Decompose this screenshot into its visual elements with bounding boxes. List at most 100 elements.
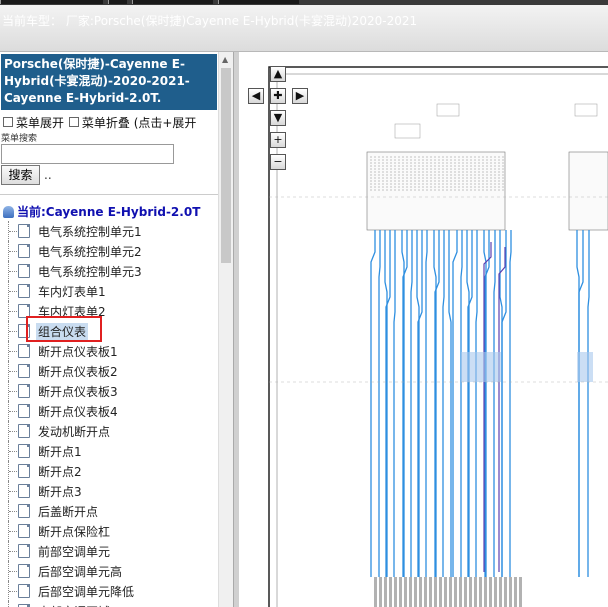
tree-branch <box>9 411 17 412</box>
terminal-pin <box>489 577 492 607</box>
current-node[interactable]: 当前:Cayenne E-Hybrid-2.0T <box>3 203 200 220</box>
terminal-pin <box>504 577 507 607</box>
collapse-checkbox[interactable] <box>68 117 79 127</box>
tree-item-label: 前部空调单元 <box>38 545 111 559</box>
terminal-pin <box>469 577 472 607</box>
tree-item[interactable]: 断开点仪表板1 <box>0 341 218 361</box>
terminal-pin <box>494 577 497 607</box>
expand-checkbox[interactable] <box>3 117 13 127</box>
tree-item[interactable]: 后部空调单元高 <box>0 561 218 581</box>
document-icon <box>18 284 30 298</box>
wire <box>452 230 458 577</box>
search-button[interactable]: 搜索 <box>1 165 40 185</box>
scrollbar-thumb[interactable] <box>221 68 231 263</box>
toolbar-segment <box>0 0 103 4</box>
zoom-in-button[interactable]: + <box>270 132 286 148</box>
tree-item[interactable]: 前部空调单元 <box>0 541 218 561</box>
sidebar-scrollbar[interactable]: ▲ <box>218 52 234 607</box>
tree-item[interactable]: 后盖断开点 <box>0 501 218 521</box>
tree-item[interactable]: 车内灯表单1 <box>0 281 218 301</box>
tree-branch <box>9 591 17 592</box>
tree-item[interactable]: 断开点1 <box>0 441 218 461</box>
component-label-box <box>394 123 421 139</box>
tree-branch <box>9 291 17 292</box>
wire <box>448 230 452 577</box>
terminal-pin <box>394 577 397 607</box>
menu-hint: (点击+展开 <box>133 116 197 130</box>
tree-item[interactable]: 发动机断开点 <box>0 421 218 441</box>
vehicle-header: 当前车型： 厂家:Porsche(保时捷)Cayenne E-Hybrid(卡宴… <box>0 5 608 52</box>
terminal-pin <box>419 577 422 607</box>
toolbar-segment <box>108 0 127 4</box>
tree-branch <box>9 391 17 392</box>
document-icon <box>18 364 30 378</box>
tree-item-label: 后部空调单元高 <box>38 565 123 579</box>
wire <box>410 230 413 577</box>
terminal-pin <box>519 577 522 607</box>
wiring-diagram-viewer[interactable]: ▲ ◀ ✚ ▶ ▼ + − <box>239 52 608 607</box>
scroll-up-icon[interactable]: ▲ <box>222 55 228 64</box>
sidebar-title: Porsche(保时捷)-Cayenne E-Hybrid(卡宴混动)-2020… <box>1 54 217 110</box>
component-label-box <box>436 103 460 117</box>
selection-highlight-box <box>26 316 102 342</box>
tree-branch <box>9 531 17 532</box>
terminal-pin <box>509 577 512 607</box>
tree-item[interactable]: 电气系统控制单元2 <box>0 241 218 261</box>
menu-expand-link[interactable]: 菜单展开 <box>16 116 64 130</box>
wire <box>484 230 490 577</box>
tree-item[interactable]: 后部空调单元降低 <box>0 581 218 601</box>
tree-item[interactable]: 中部空调区域 <box>0 601 218 607</box>
tree-item-label: 后部空调单元降低 <box>38 585 135 599</box>
document-icon <box>18 524 30 538</box>
tree-item[interactable]: 断开点2 <box>0 461 218 481</box>
pan-center-button[interactable]: ✚ <box>270 88 286 104</box>
component-label-box <box>574 103 598 117</box>
wire <box>475 230 478 577</box>
toolbar-segment <box>218 0 299 4</box>
terminal-pin <box>439 577 442 607</box>
terminal-pin <box>374 577 377 607</box>
tree-item[interactable]: 电气系统控制单元3 <box>0 261 218 281</box>
terminal-pin <box>514 577 517 607</box>
shaded-region <box>577 352 593 382</box>
terminal-pin <box>459 577 462 607</box>
tree-item[interactable]: 断开点3 <box>0 481 218 501</box>
tree-item[interactable]: 断开点仪表板3 <box>0 381 218 401</box>
document-icon <box>18 444 30 458</box>
search-input[interactable] <box>1 144 174 164</box>
pan-left-button[interactable]: ◀ <box>248 88 264 104</box>
search-label: 菜单搜索 <box>1 134 38 144</box>
tree-item-label: 后盖断开点 <box>38 505 99 519</box>
tree-item-label: 断开点保险杠 <box>38 525 111 539</box>
terminal-pin <box>384 577 387 607</box>
current-vehicle-label: 当前车型： <box>2 14 63 28</box>
terminal-pin <box>474 577 477 607</box>
terminal-pin <box>414 577 417 607</box>
tree-item-label: 断开点仪表板4 <box>38 405 118 419</box>
terminal-pin <box>444 577 447 607</box>
pan-down-button[interactable]: ▼ <box>270 110 286 126</box>
terminal-pin <box>454 577 457 607</box>
wire <box>442 230 445 577</box>
tree-item-label: 电气系统控制单元2 <box>38 245 142 259</box>
pan-right-button[interactable]: ▶ <box>292 88 308 104</box>
document-icon <box>18 264 30 278</box>
document-icon <box>18 544 30 558</box>
menu-collapse-link[interactable]: 菜单折叠 <box>82 116 130 130</box>
tree-branch <box>9 571 17 572</box>
pan-up-button[interactable]: ▲ <box>270 66 286 82</box>
tree-item[interactable]: 电气系统控制单元1 <box>0 221 218 241</box>
zoom-out-button[interactable]: − <box>270 154 286 170</box>
tree-branch <box>9 311 17 312</box>
document-icon <box>18 344 30 358</box>
terminal-pin <box>424 577 427 607</box>
tree-item[interactable]: 断开点仪表板2 <box>0 361 218 381</box>
terminal-pin <box>404 577 407 607</box>
tree-item-label: 发动机断开点 <box>38 425 111 439</box>
tree-branch <box>9 491 17 492</box>
tree-branch <box>9 551 17 552</box>
tree-branch <box>9 431 17 432</box>
tree-item[interactable]: 断开点仪表板4 <box>0 401 218 421</box>
tree-item[interactable]: 断开点保险杠 <box>0 521 218 541</box>
connector-block <box>568 151 608 231</box>
